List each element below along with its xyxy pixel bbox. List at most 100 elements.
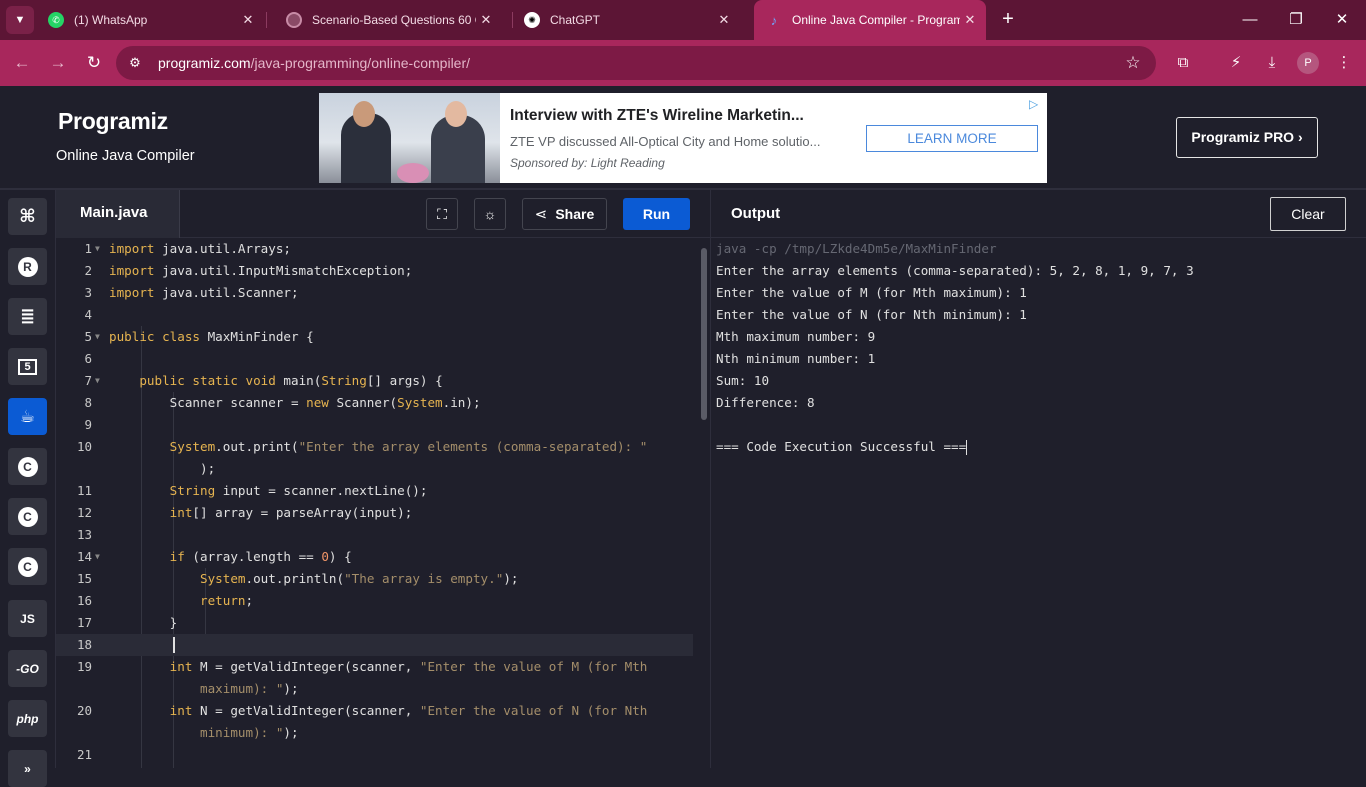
url-domain: programiz.com [158,55,251,71]
output-line: Mth maximum number: 9 [716,329,876,344]
text-cursor [173,637,175,653]
ad-image [319,93,500,183]
download-icon[interactable]: ⤓ [1260,51,1284,75]
tab-online-java-compiler[interactable]: ♪ Online Java Compiler - Program ✕ [754,0,986,40]
csharp-icon[interactable]: C [8,548,47,585]
sql-icon[interactable]: ≣ [8,298,47,335]
code-line: 3 import java.util.Scanner; [84,285,299,300]
code-line: 1 ▼ import java.util.Arrays; [84,241,291,256]
reload-button[interactable]: ↻ [82,51,106,75]
address-bar[interactable]: ⚙ programiz.com/java-programming/online-… [116,46,1156,80]
whatsapp-icon: ✆ [48,12,64,28]
output-title: Output [731,205,781,222]
theme-toggle-icon[interactable]: ☼ [474,198,506,230]
code-line: 14 ▼ if (array.length == 0) { [76,549,352,564]
share-icon: ⋖ [534,206,548,223]
programiz-pro-button[interactable]: Programiz PRO › [1176,117,1318,158]
run-button[interactable]: Run [623,198,690,230]
code-line: 13 [76,527,92,542]
programiz-icon: ♪ [770,12,778,28]
java-icon[interactable]: ☕ [8,398,47,435]
ad-choices-icon[interactable]: ▷ [1029,97,1043,111]
close-tab-icon[interactable]: ✕ [714,12,734,28]
ad-learn-more-button[interactable]: LEARN MORE [866,125,1038,152]
python-icon[interactable]: ⌘ [8,198,47,235]
code-line: 2 import java.util.InputMismatchException… [84,263,413,278]
site-info-icon[interactable]: ⚙ [120,48,150,78]
code-line: 9 [84,417,92,432]
cpp-icon[interactable]: C [8,498,47,535]
share-button[interactable]: ⋖ Share [522,198,607,230]
code-line: 6 [84,351,92,366]
code-line: 8 Scanner scanner = new Scanner(System.i… [84,395,481,410]
output-console[interactable]: java -cp /tmp/LZkde4Dm5e/MaxMinFinder En… [716,238,1356,458]
code-editor-panel: Main.java ⛶ ☼ ⋖ Share Run 1 ▼ import java.… [56,190,710,768]
tab-whatsapp[interactable]: ✆ (1) WhatsApp ✕ [36,6,264,34]
output-line: java -cp /tmp/LZkde4Dm5e/MaxMinFinder [716,241,997,256]
tab-title: (1) WhatsApp [74,13,148,27]
page-subtitle: Online Java Compiler [56,148,195,164]
close-tab-icon[interactable]: ✕ [238,12,258,28]
code-area[interactable]: 1 ▼ import java.util.Arrays; 2 import java.… [56,238,710,768]
output-line: Difference: 8 [716,395,815,410]
ad-sponsor: Sponsored by: Light Reading [510,156,665,170]
bookmark-star-icon[interactable]: ☆ [1118,53,1148,73]
output-line: Sum: 10 [716,373,770,388]
ad-title[interactable]: Interview with ZTE's Wireline Marketin..… [510,107,804,125]
url-path: /java-programming/online-compiler/ [250,55,471,71]
output-line: Enter the array elements (comma-separate… [716,263,1194,278]
programiz-logo[interactable]: Programiz [58,108,168,135]
code-line: 12 int[] array = parseArray(input); [76,505,413,520]
editor-toolbar: Main.java ⛶ ☼ ⋖ Share Run [56,190,710,238]
code-line: 5 ▼ public class MaxMinFinder { [84,329,314,344]
code-line: 20 int N = getValidInteger(scanner, "Ent… [76,703,648,718]
tab-search-button[interactable]: ▼ [6,6,34,34]
restore-button[interactable]: ❐ [1274,6,1318,34]
r-icon[interactable]: R [8,248,47,285]
fullscreen-icon[interactable]: ⛶ [426,198,458,230]
html-icon[interactable]: 5 [8,348,47,385]
code-line: 10 System.out.print("Enter the array ele… [76,439,648,454]
code-line: 16 return; [76,593,254,608]
output-line: Nth minimum number: 1 [716,351,876,366]
close-tab-icon[interactable]: ✕ [476,12,496,28]
editor-scrollbar[interactable] [701,248,707,420]
tab-scenario-questions[interactable]: Scenario-Based Questions 60 Q ✕ [274,6,502,34]
code-line: ); [109,461,216,476]
code-line: 19 int M = getValidInteger(scanner, "Ent… [76,659,648,674]
output-line-success: === Code Execution Successful === [716,436,1356,458]
menu-icon[interactable]: ⋮ [1332,51,1356,75]
go-icon[interactable]: -GO [8,650,47,687]
close-tab-icon[interactable]: ✕ [960,12,980,28]
close-window-button[interactable]: ✕ [1320,6,1364,34]
extensions-icon[interactable]: ⧉ [1171,51,1195,75]
php-icon[interactable]: php [8,700,47,737]
browser-tab-bar: ▼ ✆ (1) WhatsApp ✕ Scenario-Based Questi… [0,0,1366,40]
new-tab-button[interactable]: + [996,8,1020,32]
code-line: 11 String input = scanner.nextLine(); [76,483,428,498]
code-line: maximum): "); [200,681,299,696]
swift-icon[interactable]: » [8,750,47,787]
tab-title: Scenario-Based Questions 60 Q [312,13,476,27]
file-tab-main-java[interactable]: Main.java [56,190,180,238]
minimize-button[interactable]: — [1228,6,1272,34]
code-line: 7 ▼ public static void main(String[] args… [84,373,443,388]
ad-description: ZTE VP discussed All-Optical City and Ho… [510,134,821,149]
output-line: Enter the value of N (for Nth minimum): … [716,307,1027,322]
code-line-current: 18 [56,634,693,656]
code-line: 4 [84,307,92,322]
clear-button[interactable]: Clear [1270,197,1346,231]
tab-chatgpt[interactable]: ✺ ChatGPT ✕ [512,6,740,34]
c-icon[interactable]: C [8,448,47,485]
advertisement-banner[interactable]: Interview with ZTE's Wireline Marketin..… [319,93,1047,183]
javascript-icon[interactable]: JS [8,600,47,637]
tab-title: Online Java Compiler - Program [792,13,960,27]
performance-icon[interactable]: ⚡ [1224,51,1248,75]
output-success-text: === Code Execution Successful === [716,439,967,454]
output-line: Enter the value of M (for Mth maximum): … [716,285,1027,300]
forward-button[interactable]: → [46,51,70,75]
url-text[interactable]: programiz.com/java-programming/online-co… [158,55,1118,71]
back-button[interactable]: ← [10,51,34,75]
tab-divider [266,12,267,28]
profile-avatar[interactable]: P [1297,52,1319,74]
